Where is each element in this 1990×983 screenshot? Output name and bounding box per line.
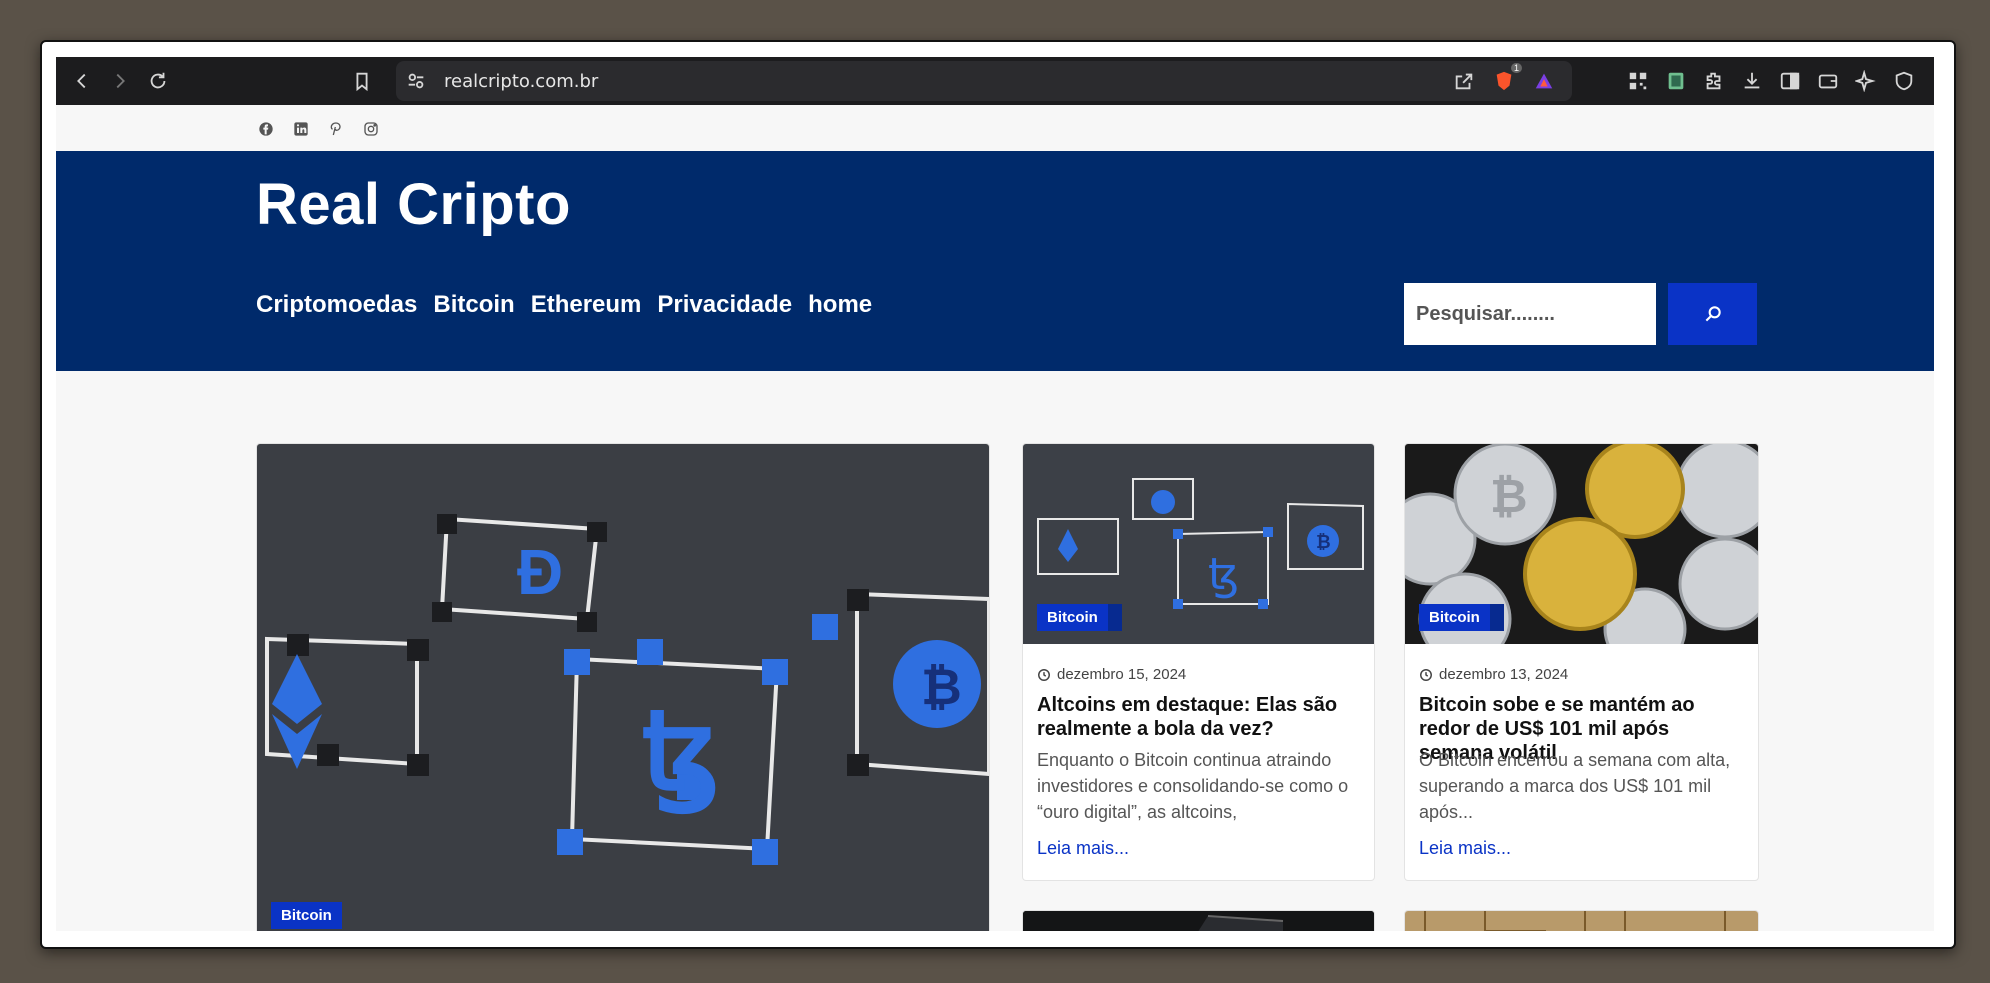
bookmark-icon[interactable] xyxy=(346,65,378,97)
clock-icon xyxy=(1420,668,1432,681)
brave-shield-icon[interactable]: 1 xyxy=(1488,63,1522,97)
extensions-icon[interactable] xyxy=(1698,65,1730,97)
post-card[interactable] xyxy=(1404,910,1759,931)
site-settings-icon[interactable] xyxy=(400,65,432,97)
svg-text:₿: ₿ xyxy=(1490,470,1528,522)
browser-toolbar: realcripto.com.br 1 xyxy=(56,57,1934,105)
post-image[interactable] xyxy=(1023,911,1374,931)
svg-text:₿: ₿ xyxy=(921,659,962,715)
post-card[interactable]: ₿ Bitcoin dezembro 13, 2024 Bitcoin sobe… xyxy=(1404,443,1759,881)
read-more-link[interactable]: Leia mais... xyxy=(1037,838,1129,859)
qr-code-icon[interactable] xyxy=(1622,65,1654,97)
share-icon[interactable] xyxy=(1448,65,1480,97)
nav-item-criptomoedas[interactable]: Criptomoedas xyxy=(256,291,417,319)
site-title[interactable]: Real Cripto xyxy=(256,171,571,238)
social-links xyxy=(256,119,380,138)
category-badge[interactable]: Bitcoin xyxy=(1037,604,1122,631)
main-nav: Criptomoedas Bitcoin Ethereum Privacidad… xyxy=(256,291,872,319)
instagram-icon[interactable] xyxy=(361,119,380,138)
nav-item-privacidade[interactable]: Privacidade xyxy=(657,291,792,319)
nav-item-bitcoin[interactable]: Bitcoin xyxy=(433,291,514,319)
wallet-icon[interactable] xyxy=(1812,65,1844,97)
nav-item-home[interactable]: home xyxy=(808,291,872,319)
url-text[interactable]: realcripto.com.br xyxy=(444,71,598,92)
facebook-icon[interactable] xyxy=(256,119,275,138)
post-title[interactable]: Altcoins em destaque: Elas são realmente… xyxy=(1037,693,1362,741)
featured-post-image[interactable]: Đ ꜩ ₿ xyxy=(257,444,989,931)
category-badge[interactable]: Bitcoin xyxy=(271,902,342,929)
nav-item-ethereum[interactable]: Ethereum xyxy=(531,291,642,319)
search-button[interactable] xyxy=(1668,283,1757,345)
sidebar-icon[interactable] xyxy=(1774,65,1806,97)
reload-icon[interactable] xyxy=(142,65,174,97)
svg-text:₿: ₿ xyxy=(1316,532,1331,552)
post-image[interactable] xyxy=(1405,911,1758,931)
svg-text:ꜩ: ꜩ xyxy=(1208,550,1239,599)
leo-ai-icon[interactable] xyxy=(1850,65,1882,97)
svg-text:ꜩ: ꜩ xyxy=(642,690,720,815)
post-date: dezembro 15, 2024 xyxy=(1037,666,1186,683)
read-more-link[interactable]: Leia mais... xyxy=(1419,838,1511,859)
post-card[interactable] xyxy=(1022,910,1375,931)
post-excerpt: Enquanto o Bitcoin continua atraindo inv… xyxy=(1037,750,1349,822)
post-card[interactable]: ꜩ ₿ Bitcoin dezembro 15, 2024 Altcoins e… xyxy=(1022,443,1375,881)
svg-text:Đ: Đ xyxy=(517,536,563,608)
extensions-bar xyxy=(1622,65,1920,97)
search-icon xyxy=(1705,306,1721,322)
post-date-text: dezembro 15, 2024 xyxy=(1057,666,1187,683)
search-input[interactable] xyxy=(1404,283,1656,345)
address-bar[interactable]: realcripto.com.br 1 xyxy=(396,61,1572,101)
clock-icon xyxy=(1038,668,1050,681)
post-excerpt: O Bitcoin encerrou a semana com alta, su… xyxy=(1419,750,1731,822)
downloads-icon[interactable] xyxy=(1736,65,1768,97)
webpage: Real Cripto Criptomoedas Bitcoin Ethereu… xyxy=(56,105,1934,931)
pinterest-icon[interactable] xyxy=(326,119,345,138)
vpn-icon[interactable] xyxy=(1888,65,1920,97)
forward-icon[interactable] xyxy=(104,65,136,97)
site-header: Real Cripto Criptomoedas Bitcoin Ethereu… xyxy=(56,151,1934,371)
reader-icon[interactable] xyxy=(1660,65,1692,97)
brave-badge-count: 1 xyxy=(1510,63,1522,73)
back-icon[interactable] xyxy=(66,65,98,97)
post-date: dezembro 13, 2024 xyxy=(1419,666,1568,683)
post-date-text: dezembro 13, 2024 xyxy=(1439,666,1569,683)
brave-rewards-icon[interactable] xyxy=(1528,65,1560,97)
linkedin-icon[interactable] xyxy=(291,119,310,138)
category-badge[interactable]: Bitcoin xyxy=(1419,604,1504,631)
browser-window: realcripto.com.br 1 Real Cripto Criptomo… xyxy=(40,40,1956,949)
featured-post-card[interactable]: Đ ꜩ ₿ Bitcoin xyxy=(256,443,990,931)
